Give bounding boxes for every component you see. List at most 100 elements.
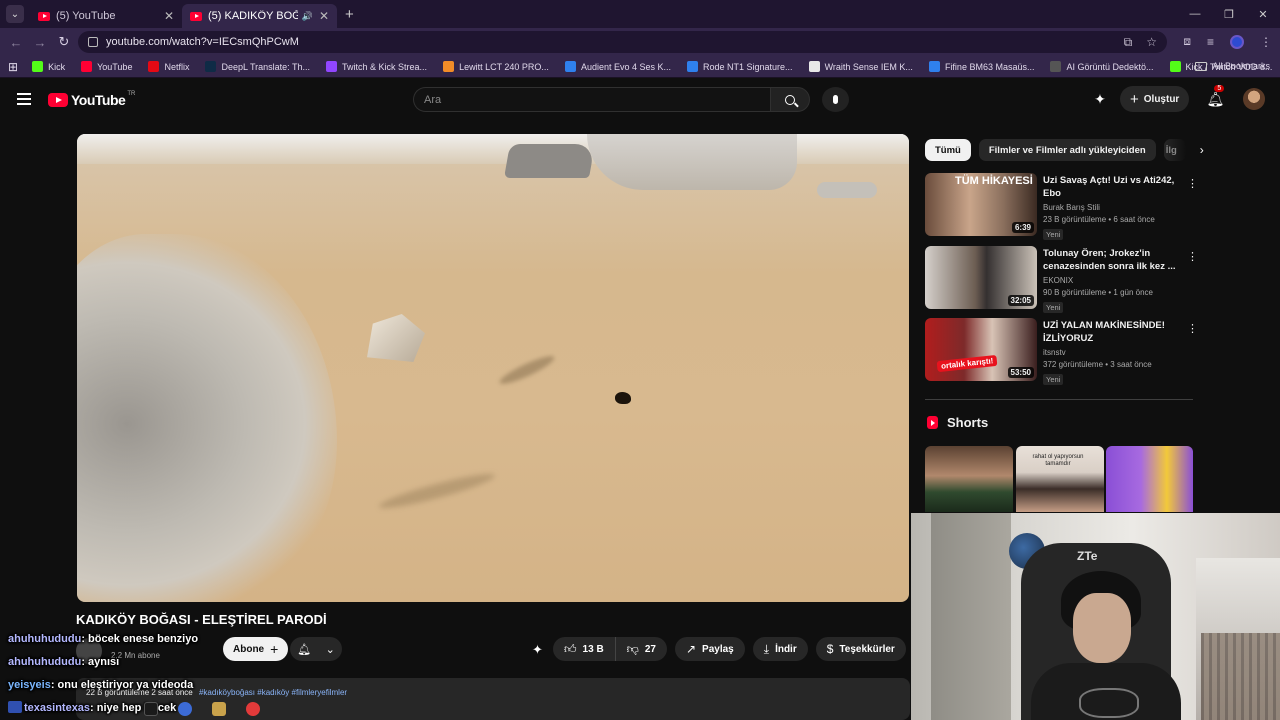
cast-icon[interactable]: ⧉ bbox=[1124, 35, 1133, 50]
bookmark-label: Fifine BM63 Masaüs... bbox=[944, 61, 1035, 72]
like-dislike-group: 👍︎ 13 B 👎︎ 27 bbox=[553, 637, 667, 661]
video-duration: 53:50 bbox=[1007, 367, 1034, 378]
taskbar-app-icon[interactable] bbox=[174, 698, 196, 720]
tab-title: (5) KADIKÖY BOĞASI - ELEŞ bbox=[208, 10, 298, 22]
video-frame-rock bbox=[817, 182, 877, 198]
short-thumbnail[interactable] bbox=[925, 446, 1013, 512]
chevron-right-icon[interactable]: › bbox=[1200, 143, 1204, 157]
share-button[interactable]: ↗ Paylaş bbox=[674, 637, 745, 661]
account-avatar[interactable] bbox=[1243, 88, 1266, 110]
more-vert-icon[interactable]: ⋮ bbox=[1187, 322, 1198, 335]
extensions-icon[interactable]: ⧈ bbox=[1183, 34, 1191, 49]
bookmark-item[interactable]: Kick bbox=[32, 61, 65, 72]
dislike-button[interactable]: 👎︎ 27 bbox=[614, 637, 667, 661]
close-window-button[interactable]: ✕ bbox=[1246, 0, 1280, 28]
recommendation-channel[interactable]: Burak Barış Stili bbox=[1043, 203, 1179, 212]
profile-avatar[interactable] bbox=[1230, 34, 1244, 49]
chat-message: yeisyeis: onu eleştiriyor ya videoda bbox=[8, 679, 193, 691]
bookmark-item[interactable]: Netflix bbox=[148, 61, 189, 72]
bookmark-item[interactable]: Rode NT1 Signature... bbox=[687, 61, 793, 72]
new-badge: Yeni bbox=[1043, 229, 1064, 240]
close-icon[interactable]: ✕ bbox=[164, 9, 174, 23]
video-player[interactable] bbox=[77, 134, 909, 602]
download-button[interactable]: ⤓ İndir bbox=[752, 637, 808, 661]
bookmark-star-icon[interactable]: ☆ bbox=[1146, 35, 1157, 50]
video-frame-beetle bbox=[615, 392, 631, 404]
site-info-icon[interactable] bbox=[88, 37, 98, 47]
like-button[interactable]: 👍︎ 13 B bbox=[553, 637, 615, 661]
chat-message: ahuhuhududu: aynısı bbox=[8, 656, 119, 668]
notifications-button[interactable]: 🔔︎ 5 bbox=[1205, 85, 1225, 109]
recommendation-item[interactable]: ortalık karıştı! 53:50 UZİ YALAN MAKİNES… bbox=[925, 318, 1198, 385]
bookmark-item[interactable]: DeepL Translate: Th... bbox=[205, 61, 310, 72]
bookmark-favicon-icon bbox=[205, 61, 217, 72]
video-thumbnail[interactable]: ortalık karıştı! 53:50 bbox=[925, 318, 1037, 381]
bookmark-label: Netflix bbox=[164, 61, 190, 72]
chrome-menu-icon[interactable]: ⋮ bbox=[1260, 35, 1272, 49]
bookmark-item[interactable]: Twitch & Kick Strea... bbox=[326, 61, 427, 72]
more-vert-icon[interactable]: ⋮ bbox=[1187, 250, 1198, 263]
recommendation-channel[interactable]: EKONIX bbox=[1043, 276, 1179, 285]
all-bookmarks-button[interactable]: All Bookmarks bbox=[1195, 61, 1270, 71]
restore-button[interactable]: ❐ bbox=[1212, 0, 1246, 28]
youtube-logo[interactable]: YouTube TR bbox=[48, 91, 135, 108]
bookmark-item[interactable]: Lewitt LCT 240 PRO... bbox=[443, 61, 549, 72]
browser-tab-active-video[interactable]: (5) KADIKÖY BOĞASI - ELEŞ 🔊 ✕ bbox=[182, 4, 337, 28]
video-frame-stone bbox=[367, 314, 425, 362]
apps-grid-icon[interactable]: ⊞ bbox=[8, 60, 18, 74]
speaker-icon[interactable]: 🔊 bbox=[302, 11, 313, 22]
taskbar-app-icon[interactable] bbox=[242, 698, 264, 720]
new-badge: Yeni bbox=[1043, 374, 1064, 385]
recommendation-channel[interactable]: itsnstv bbox=[1043, 348, 1179, 357]
search-button[interactable] bbox=[770, 87, 810, 112]
back-button[interactable]: ← bbox=[4, 35, 28, 50]
recommendation-item[interactable]: 32:05 Tolunay Ören; Jrokez'in cenazesind… bbox=[925, 246, 1198, 313]
bookmark-label: Kick bbox=[48, 61, 66, 72]
bookmark-label: Twitch & Kick Strea... bbox=[342, 61, 428, 72]
media-controls-icon[interactable]: ≡ bbox=[1207, 35, 1214, 49]
chat-username: ahuhuhududu bbox=[8, 656, 82, 668]
description-tags[interactable]: #kadıköyboğası #kadıköy #filmleryefilmle… bbox=[199, 688, 347, 697]
chip-all[interactable]: Tümü bbox=[925, 139, 971, 161]
forward-button[interactable]: → bbox=[28, 35, 52, 50]
bookmark-item[interactable]: AI Görüntü Dedektö... bbox=[1050, 61, 1154, 72]
search-input[interactable]: Ara bbox=[413, 87, 770, 112]
browser-tab-youtube-home[interactable]: (5) YouTube ✕ bbox=[30, 4, 182, 28]
recommendation-views: 23 B görüntüleme • 6 saat önce bbox=[1043, 215, 1155, 224]
video-thumbnail[interactable]: 32:05 bbox=[925, 246, 1037, 309]
bookmark-label: Wraith Sense IEM K... bbox=[824, 61, 913, 72]
create-button[interactable]: + Oluştur bbox=[1120, 86, 1190, 112]
like-count: 13 B bbox=[582, 643, 604, 655]
short-thumbnail[interactable] bbox=[1106, 446, 1193, 512]
ask-sparkle-icon[interactable]: ✦ bbox=[532, 642, 543, 658]
bookmark-favicon-icon bbox=[81, 61, 93, 72]
menu-icon[interactable] bbox=[17, 93, 31, 105]
taskbar-app-icon[interactable] bbox=[208, 698, 230, 720]
notification-preference-button[interactable]: 🔔︎ ⌄ bbox=[290, 637, 342, 661]
subscribe-button[interactable]: Abone + bbox=[223, 637, 289, 661]
video-frame-rock bbox=[587, 134, 797, 190]
short-thumbnail[interactable]: rahat ol yapıyorsun tamamdır bbox=[1016, 446, 1104, 512]
webcam-shirt-print bbox=[1079, 688, 1139, 718]
chip-related[interactable]: İlg bbox=[1163, 139, 1186, 161]
bookmark-item[interactable]: Fifine BM63 Masaüs... bbox=[928, 61, 1035, 72]
webcam-person-face bbox=[1073, 593, 1131, 663]
sparkle-icon[interactable]: ✦ bbox=[1090, 89, 1110, 109]
new-tab-button[interactable]: + bbox=[345, 6, 354, 23]
close-icon[interactable]: ✕ bbox=[319, 9, 329, 23]
chip-from-uploader[interactable]: Filmler ve Filmler adlı yükleyiciden bbox=[978, 139, 1156, 161]
bookmark-item[interactable]: YouTube bbox=[81, 61, 132, 72]
video-thumbnail[interactable]: TÜM HİKAYESİ 6:39 bbox=[925, 173, 1037, 236]
recommendation-item[interactable]: TÜM HİKAYESİ 6:39 Uzi Savaş Açtı! Uzi vs… bbox=[925, 173, 1198, 240]
thumbnail-label: ortalık karıştı! bbox=[936, 354, 998, 373]
tab-search-button[interactable]: ⌄ bbox=[6, 5, 24, 23]
taskbar-app-icon[interactable] bbox=[140, 698, 162, 720]
reload-button[interactable]: ↻ bbox=[52, 34, 76, 50]
voice-search-button[interactable] bbox=[822, 87, 849, 112]
minimize-button[interactable]: — bbox=[1178, 0, 1212, 28]
more-vert-icon[interactable]: ⋮ bbox=[1187, 177, 1198, 190]
thanks-button[interactable]: $ Teşekkürler bbox=[815, 637, 906, 661]
bookmark-item[interactable]: Wraith Sense IEM K... bbox=[808, 61, 913, 72]
address-bar[interactable]: youtube.com/watch?v=IECsmQhPCwM ⧉ ☆ bbox=[78, 31, 1167, 53]
bookmark-item[interactable]: Audient Evo 4 Ses K... bbox=[564, 61, 671, 72]
